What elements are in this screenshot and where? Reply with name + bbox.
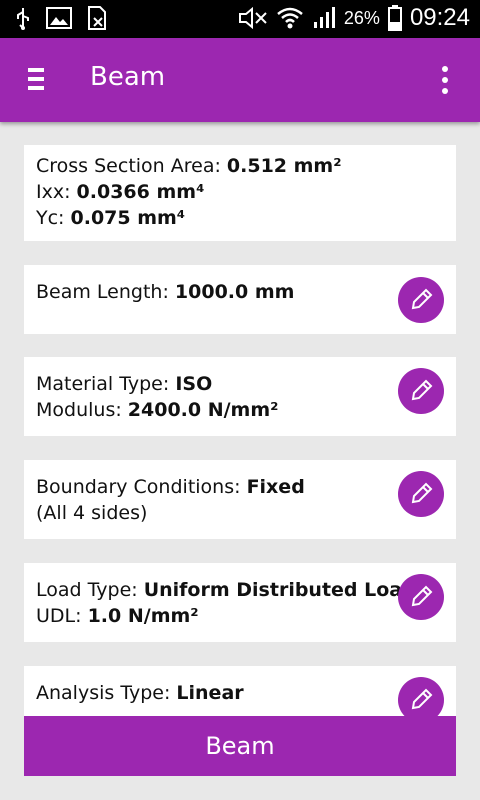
beam-button[interactable]: Beam <box>24 716 456 776</box>
modulus: Modulus: 2400.0 N/mm² <box>36 399 279 421</box>
pencil-icon <box>411 482 433 504</box>
pencil-icon <box>411 585 433 607</box>
sim-icon <box>88 6 106 30</box>
material-card: Material Type: ISO Modulus: 2400.0 N/mm² <box>24 357 456 436</box>
battery-percent: 26% <box>343 7 380 28</box>
beam-length-card: Beam Length: 1000.0 mm <box>24 265 456 334</box>
status-system: 26% 09:24 <box>238 4 470 32</box>
edit-material-button[interactable] <box>398 368 444 414</box>
usb-icon <box>17 8 29 30</box>
cross-section-area: Cross Section Area: 0.512 mm² <box>36 155 342 177</box>
section-properties-card: Cross Section Area: 0.512 mm² Ixx: 0.036… <box>24 145 456 241</box>
signal-icon <box>313 7 335 28</box>
more-vert-icon[interactable] <box>440 66 450 94</box>
page-title: Beam <box>90 62 166 92</box>
analysis-type: Analysis Type: Linear <box>36 682 244 704</box>
mute-icon <box>238 7 267 29</box>
pencil-icon <box>411 688 433 710</box>
boundary-conditions: Boundary Conditions: Fixed <box>36 476 305 498</box>
boundary-note: (All 4 sides) <box>36 502 148 524</box>
status-notifications <box>14 6 108 30</box>
edit-beam-length-button[interactable] <box>398 277 444 323</box>
material-type: Material Type: ISO <box>36 373 213 395</box>
edit-load-button[interactable] <box>398 574 444 620</box>
boundary-conditions-card: Boundary Conditions: Fixed (All 4 sides) <box>24 460 456 539</box>
beam-properties-list: Cross Section Area: 0.512 mm² Ixx: 0.036… <box>24 145 456 769</box>
image-icon <box>46 7 72 29</box>
load-type: Load Type: Uniform Distributed Load <box>36 579 416 601</box>
ixx-value: Ixx: 0.0366 mm⁴ <box>36 181 205 203</box>
status-bar: 26% 09:24 <box>0 0 480 38</box>
yc-value: Yc: 0.075 mm⁴ <box>36 207 186 229</box>
wifi-icon <box>277 7 303 29</box>
pencil-icon <box>411 288 433 310</box>
pencil-icon <box>411 379 433 401</box>
beam-length: Beam Length: 1000.0 mm <box>36 281 295 303</box>
udl-value: UDL: 1.0 N/mm² <box>36 605 199 627</box>
menu-icon[interactable] <box>28 68 48 92</box>
load-card: Load Type: Uniform Distributed Load UDL:… <box>24 563 456 642</box>
battery-icon <box>387 5 402 31</box>
clock: 09:24 <box>409 4 470 31</box>
app-bar: Beam <box>0 38 480 122</box>
edit-boundary-button[interactable] <box>398 471 444 517</box>
